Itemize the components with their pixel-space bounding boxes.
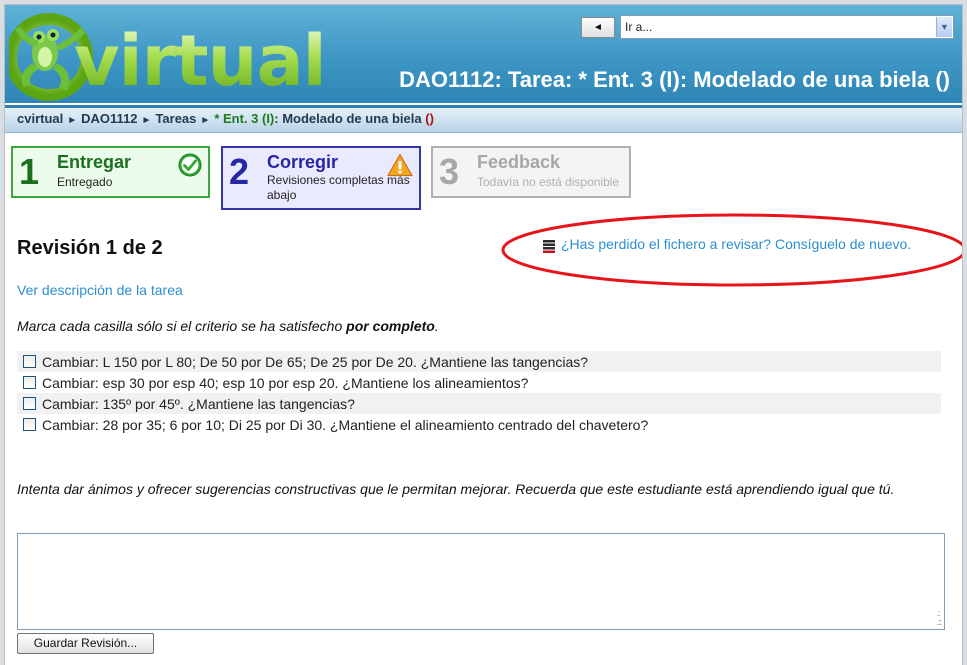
step-subtitle: Todavía no está disponible [477,175,620,189]
breadcrumb-item-course[interactable]: DAO1112 [81,111,137,126]
lost-file-link[interactable]: ¿Has perdido el fichero a revisar? Consí… [543,236,911,252]
step-feedback: 3 Feedback Todavía no está disponible [431,146,631,198]
task-description-link[interactable]: Ver descripción de la tarea [17,282,183,298]
criterion-label: Cambiar: esp 30 por esp 40; esp 10 por e… [42,374,529,391]
breadcrumb-current-rest: : Modelado de una biela [274,111,426,126]
step-entregar[interactable]: 1 Entregar Entregado [11,146,210,198]
criterion-checkbox[interactable] [23,397,36,410]
lost-file-link-text: ¿Has perdido el fichero a revisar? Consí… [561,236,912,252]
criterion-row: Cambiar: 28 por 35; 6 por 10; Di 25 por … [17,414,941,435]
step-corregir[interactable]: 2 Corregir Revisiones completas más abaj… [221,146,421,210]
chevron-down-icon[interactable]: ▼ [936,17,952,37]
criteria-list: Cambiar: L 150 por L 80; De 50 por De 65… [17,351,941,435]
breadcrumb-separator-icon: ► [141,115,152,126]
step-subtitle: Entregado [57,175,113,189]
criterion-checkbox[interactable] [23,418,36,431]
breadcrumb-item-tareas[interactable]: Tareas [155,111,196,126]
criterion-label: Cambiar: 28 por 35; 6 por 10; Di 25 por … [42,416,649,433]
criterion-checkbox[interactable] [23,376,36,389]
site-logo[interactable]: virtual [5,7,327,103]
page-frame: virtual ◄ Ir a... ▼ DAO1112: Tarea: * En… [4,4,963,665]
step-number: 2 [229,151,250,192]
encouragement-text: Intenta dar ánimos y ofrecer sugerencias… [17,481,895,497]
criterion-label: Cambiar: 135º por 45º. ¿Mantiene las tan… [42,395,355,412]
site-header: virtual ◄ Ir a... ▼ DAO1112: Tarea: * En… [5,5,962,103]
criteria-instruction: Marca cada casilla sólo si el criterio s… [17,318,439,334]
feedback-textarea[interactable]: .:.:: [17,533,945,630]
instruction-bold: por completo [346,318,435,334]
page-title: DAO1112: Tarea: * Ent. 3 (I): Modelado d… [399,67,950,92]
previous-activity-button[interactable]: ◄ [581,17,615,38]
step-subtitle: Revisiones completas más abajo [267,173,410,202]
jump-to-select-value: Ir a... [625,20,653,34]
step-title: Feedback [477,152,561,172]
jump-to-select[interactable]: Ir a... ▼ [620,15,954,39]
warning-icon [387,153,413,177]
revision-heading: Revisión 1 de 2 [17,237,163,259]
breadcrumb-current-paren: () [425,111,434,126]
criterion-row: Cambiar: esp 30 por esp 40; esp 10 por e… [17,372,941,393]
save-revision-button[interactable]: Guardar Revisión... [17,633,154,654]
breadcrumb-current-main: * Ent. 3 (I) [214,111,275,126]
instruction-suffix: . [434,318,439,334]
logo-wordmark: virtual [74,20,327,102]
breadcrumb-separator-icon: ► [67,115,78,126]
criterion-row: Cambiar: 135º por 45º. ¿Mantiene las tan… [17,393,941,414]
criterion-row: Cambiar: L 150 por L 80; De 50 por De 65… [17,351,941,372]
step-number: 3 [439,151,460,192]
breadcrumb-item-cvirtual[interactable]: cvirtual [17,111,63,126]
instruction-prefix: Marca cada casilla sólo si el criterio s… [17,318,347,334]
criterion-checkbox[interactable] [23,355,36,368]
check-icon [178,153,202,177]
breadcrumb: cvirtual ► DAO1112 ► Tareas ► * Ent. 3 (I): Mo… [5,105,962,133]
criterion-label: Cambiar: L 150 por L 80; De 50 por De 65… [42,353,589,370]
breadcrumb-separator-icon: ► [200,115,211,126]
resize-grip-icon[interactable]: .:.:: [936,609,941,627]
step-number: 1 [19,151,40,192]
